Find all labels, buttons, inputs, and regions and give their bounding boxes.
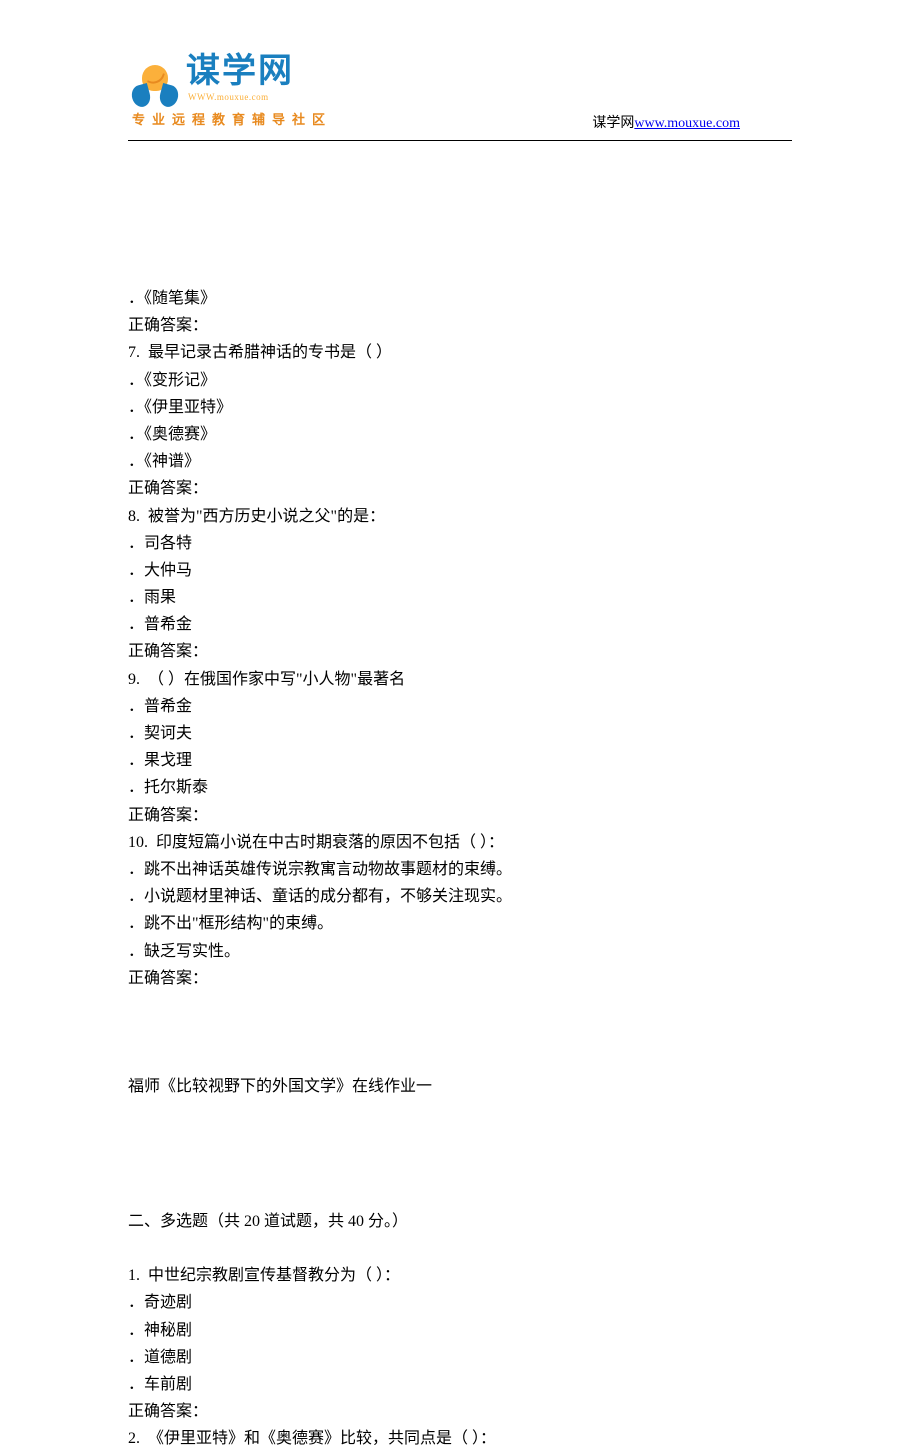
header-divider (128, 140, 792, 141)
text-line: ．跳不出神话英雄传说宗教寓言动物故事题材的束缚。 (128, 856, 792, 883)
text-line: 9. （ ）在俄国作家中写"小人物"最著名 (128, 666, 792, 693)
text-line: ．契诃夫 (128, 720, 792, 747)
header-sitelink: 谋学网www.mouxue.com (592, 112, 740, 136)
text-line: 正确答案： (128, 312, 792, 339)
part-title: 二、多选题（共 20 道试题，共 40 分。） (128, 1208, 792, 1235)
site-label: 谋学网 (592, 116, 634, 131)
text-line: ．《奥德赛》 (128, 421, 792, 448)
site-logo: 谋学网 WWW.mouxue.com 专业远程教育辅导社区 (130, 54, 332, 131)
site-link[interactable]: www.mouxue.com (634, 116, 740, 131)
text-line: 1. 中世纪宗教剧宣传基督教分为（ ）： (128, 1262, 792, 1289)
text-line: ．神秘剧 (128, 1317, 792, 1344)
text-line: ．普希金 (128, 611, 792, 638)
text-line: ．《随笔集》 (128, 285, 792, 312)
text-line: ．司各特 (128, 530, 792, 557)
page-header: 谋学网 WWW.mouxue.com 专业远程教育辅导社区 谋学网www.mou… (0, 0, 920, 130)
section-title: 福师《比较视野下的外国文学》在线作业一 (128, 1073, 792, 1100)
text-line: 正确答案： (128, 965, 792, 992)
text-line: 7. 最早记录古希腊神话的专书是（ ） (128, 339, 792, 366)
text-line: ．果戈理 (128, 747, 792, 774)
text-line: ．普希金 (128, 693, 792, 720)
document-body: ．《随笔集》 正确答案： 7. 最早记录古希腊神话的专书是（ ） ．《变形记》 … (0, 130, 920, 1453)
text-line: ．缺乏写实性。 (128, 938, 792, 965)
text-line: 正确答案： (128, 638, 792, 665)
text-line: 正确答案： (128, 1398, 792, 1425)
text-line: 正确答案： (128, 475, 792, 502)
text-line: 正确答案： (128, 802, 792, 829)
text-line: ．《神谱》 (128, 448, 792, 475)
text-line: ．《变形记》 (128, 367, 792, 394)
text-line: ．车前剧 (128, 1371, 792, 1398)
text-line: ．跳不出"框形结构"的束缚。 (128, 910, 792, 937)
logo-title: 谋学网 (186, 54, 294, 88)
logo-subtitle: 专业远程教育辅导社区 (132, 109, 332, 131)
logo-icon (130, 65, 180, 105)
text-line: ．大仲马 (128, 557, 792, 584)
text-line: 8. 被誉为"西方历史小说之父"的是： (128, 503, 792, 530)
text-line: ．小说题材里神话、童话的成分都有，不够关注现实。 (128, 883, 792, 910)
text-line: 2. 《伊里亚特》和《奥德赛》比较，共同点是（ ）： (128, 1425, 792, 1452)
text-line: 10. 印度短篇小说在中古时期衰落的原因不包括（ ）： (128, 829, 792, 856)
text-line: ．托尔斯泰 (128, 774, 792, 801)
text-line: ．雨果 (128, 584, 792, 611)
text-line: ．道德剧 (128, 1344, 792, 1371)
logo-url: WWW.mouxue.com (188, 90, 294, 105)
text-line: ．《伊里亚特》 (128, 394, 792, 421)
text-line: ．奇迹剧 (128, 1289, 792, 1316)
